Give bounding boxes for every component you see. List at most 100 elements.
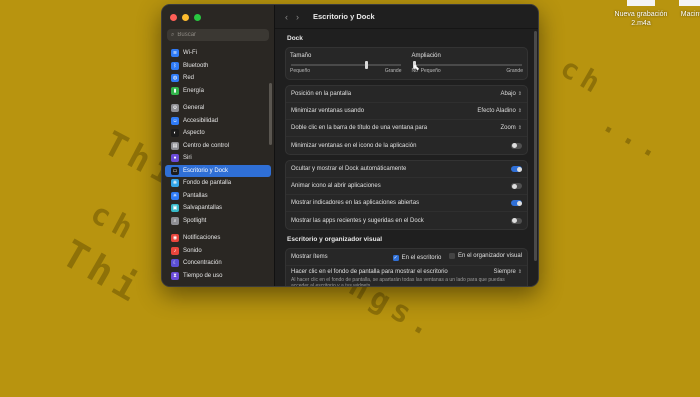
desktop-file-icon[interactable]: Nueva grabación 2.m4a — [612, 0, 670, 28]
close-button[interactable] — [170, 14, 177, 21]
magnification-slider-group: Ampliación No Pequeño Grande — [412, 53, 524, 74]
sidebar-item-label: Aspecto — [183, 130, 205, 137]
sidebar-item-wallpaper[interactable]: ❋ Fondo de pantalla — [165, 177, 271, 190]
wifi-icon: ≋ — [171, 49, 179, 58]
sidebar-item-label: Red — [183, 75, 195, 82]
click-wallpaper-note: Al hacer clic en el fondo de pantalla, s… — [291, 277, 505, 287]
size-label: Tamaño — [290, 53, 312, 59]
sidebar-item-screen-time[interactable]: ⧗ Tiempo de uso — [165, 270, 271, 283]
globe-icon: ◍ — [171, 74, 179, 83]
size-slider-knob[interactable] — [365, 61, 369, 69]
setting-popup[interactable]: Abajo ⇕ — [500, 91, 522, 97]
size-slider[interactable] — [291, 61, 401, 69]
screen-time-icon: ⧗ — [171, 271, 179, 280]
sidebar-item-notifications[interactable]: ◉ Notificaciones — [165, 232, 271, 245]
wallpaper-text: ch — [554, 50, 611, 103]
dock-section-title: Dock — [287, 35, 303, 42]
sidebar-item-label: General — [183, 105, 205, 112]
setting-popup[interactable]: Efecto Aladino ⇕ — [477, 108, 522, 114]
desktop-disk-icon[interactable]: Macinto — [678, 0, 700, 19]
sidebar-group: ⚙ General ☺ Accesibilidad ◐ Aspecto ▤ Centro de… — [162, 102, 274, 227]
sidebar-item-label: Escritorio y Dock — [183, 167, 229, 174]
magnification-min-label: Pequeño — [420, 68, 441, 74]
setting-toggle[interactable] — [511, 183, 522, 189]
sidebar-item-screensaver[interactable]: ▣ Salvapantallas — [165, 202, 271, 215]
screensaver-icon: ▣ — [171, 204, 179, 213]
sidebar-item-label: Bluetooth — [183, 62, 209, 69]
sidebar-item-spotlight[interactable]: ⌕ Spotlight — [165, 215, 271, 228]
appearance-icon: ◐ — [171, 129, 179, 138]
click-wallpaper-value: Siempre — [493, 268, 516, 275]
gear-icon: ⚙ — [171, 104, 179, 113]
sidebar-item-appearance[interactable]: ◐ Aspecto — [165, 127, 271, 140]
sidebar-item-dock[interactable]: ▭ Escritorio y Dock — [165, 164, 271, 177]
setting-row: Ocultar y mostrar el Dock automáticament… — [286, 161, 527, 178]
setting-toggle[interactable] — [511, 200, 522, 206]
setting-row: Posición en la pantalla Abajo ⇕ — [286, 86, 527, 103]
setting-toggle[interactable] — [511, 142, 522, 149]
bluetooth-icon: ᛒ — [171, 61, 179, 70]
sidebar-item-globe[interactable]: ◍ Red — [165, 72, 271, 85]
mouse-cursor-icon: ⬉ — [413, 63, 420, 72]
search-input[interactable] — [177, 32, 258, 38]
accessibility-icon: ☺ — [171, 116, 179, 125]
sidebar-item-control-center[interactable]: ▤ Centro de control — [165, 140, 271, 153]
size-card: Tamaño Pequeño Grande Ampliación No Pequ… — [285, 47, 528, 80]
file-thumbnail — [627, 0, 655, 6]
size-max-label: Grande — [384, 68, 402, 74]
chevron-updown-icon: ⇕ — [517, 125, 522, 131]
setting-label: Posición en la pantalla — [291, 91, 352, 97]
sidebar-item-label: Concentración — [183, 260, 222, 267]
magnification-slider[interactable] — [412, 61, 522, 69]
back-icon[interactable]: ‹ — [285, 12, 288, 22]
dock-options-card: Posición en la pantalla Abajo ⇕ Minimizar v… — [285, 85, 528, 155]
desktop-file-label: Nueva grabación — [614, 11, 668, 18]
sidebar-item-wifi[interactable]: ≋ Wi-Fi — [165, 47, 271, 60]
sidebar-item-label: Salvapantallas — [183, 205, 223, 212]
sidebar-item-bluetooth[interactable]: ᛒ Bluetooth — [165, 60, 271, 73]
desktop-checkbox[interactable]: ✓ En el escritorio — [392, 255, 441, 261]
siri-icon: ● — [171, 154, 179, 163]
sidebar-item-label: Wi-Fi — [183, 50, 197, 57]
sidebar-item-label: Centro de control — [183, 142, 230, 149]
setting-popup-value: Zoom — [500, 125, 516, 131]
setting-popup[interactable]: Zoom ⇕ — [500, 125, 522, 131]
main-scrollbar[interactable] — [534, 31, 537, 261]
organizer-checkbox-label: En el organizador visual — [457, 253, 522, 259]
maximize-button[interactable] — [194, 14, 201, 21]
click-wallpaper-popup[interactable]: Siempre ⇕ — [493, 269, 522, 275]
forward-icon[interactable]: › — [296, 12, 299, 22]
sidebar-item-siri[interactable]: ● Siri — [165, 152, 271, 165]
sidebar-item-battery[interactable]: ▮ Energía — [165, 85, 271, 98]
control-center-icon: ▤ — [171, 141, 179, 150]
dock-behavior-card: Ocultar y mostrar el Dock automáticament… — [285, 160, 528, 230]
setting-row: Mostrar las apps recientes y sugeridas e… — [286, 212, 527, 229]
dock-icon: ▭ — [171, 166, 179, 175]
size-min-label: Pequeño — [290, 68, 311, 74]
setting-row: Minimizar ventanas en el icono de la apl… — [286, 137, 527, 154]
setting-label: Ocultar y mostrar el Dock automáticament… — [291, 166, 407, 172]
sidebar-item-accessibility[interactable]: ☺ Accesibilidad — [165, 115, 271, 128]
sidebar-scrollbar[interactable] — [269, 83, 272, 145]
setting-toggle[interactable] — [511, 217, 522, 224]
search-field[interactable]: ⌕ — [167, 29, 269, 41]
minimize-button[interactable] — [182, 14, 189, 21]
focus-icon: ☾ — [171, 259, 179, 268]
chevron-updown-icon: ⇕ — [517, 268, 522, 275]
show-items-label: Mostrar ítems — [291, 254, 328, 260]
organizer-checkbox[interactable]: En el organizador visual — [448, 253, 522, 259]
sidebar-item-display[interactable]: ☀ Pantallas — [165, 190, 271, 203]
wallpaper-text: ... — [596, 105, 673, 168]
main-pane: ‹ › Escritorio y Dock Dock Tamaño Pequeñ… — [275, 5, 538, 286]
chevron-updown-icon: ⇕ — [517, 108, 522, 114]
settings-content: Dock Tamaño Pequeño Grande Ampliación No… — [275, 35, 538, 287]
setting-toggle[interactable] — [511, 166, 522, 172]
sidebar-item-label: Spotlight — [183, 217, 207, 224]
setting-label: Minimizar ventanas usando — [291, 108, 365, 114]
sidebar-item-label: Fondo de pantalla — [183, 180, 232, 187]
checkbox-empty-icon — [448, 253, 455, 259]
sidebar-item-label: Energía — [183, 87, 205, 94]
sidebar-item-gear[interactable]: ⚙ General — [165, 102, 271, 115]
sidebar-item-focus[interactable]: ☾ Concentración — [165, 257, 271, 270]
sidebar-item-sound[interactable]: ♪ Sonido — [165, 245, 271, 258]
